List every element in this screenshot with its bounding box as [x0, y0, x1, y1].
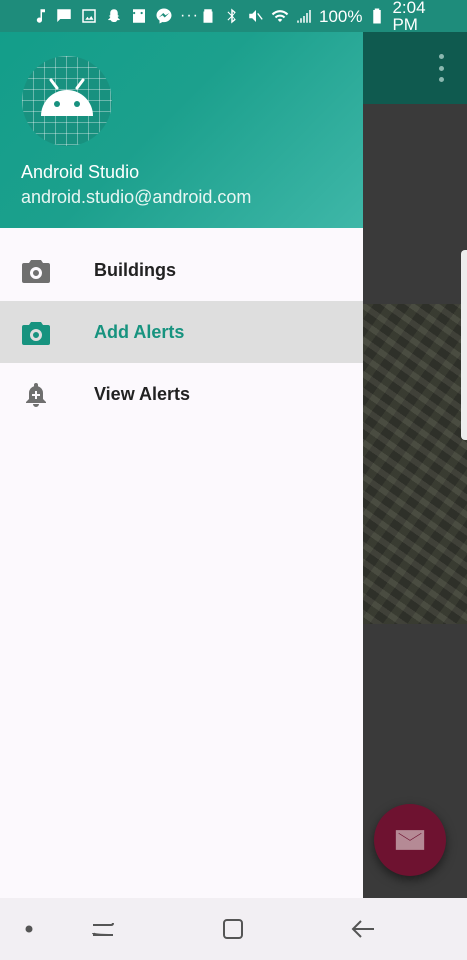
- drawer-item-label: Buildings: [94, 259, 176, 280]
- camera-icon: [22, 258, 50, 284]
- music-note-icon: [30, 7, 48, 25]
- compose-mail-button[interactable]: [374, 804, 446, 876]
- camera-icon: [22, 320, 50, 346]
- account-email: android.studio@android.com: [21, 187, 252, 207]
- battery-icon: [368, 7, 386, 25]
- bluetooth-icon: [223, 7, 241, 25]
- signal-icon: [295, 7, 313, 25]
- drawer-item-label: Add Alerts: [94, 321, 185, 342]
- wifi-icon: [271, 7, 289, 25]
- avatar[interactable]: [22, 56, 112, 146]
- mail-icon: [395, 830, 425, 850]
- drawer-item-add-alerts[interactable]: Add Alerts: [0, 301, 363, 363]
- alarm-icon: [199, 7, 217, 25]
- battery-percent: 100%: [318, 6, 363, 26]
- account-name: Android Studio: [21, 162, 140, 182]
- android-robot-icon: [41, 78, 93, 116]
- inbox-icon: [130, 7, 148, 25]
- home-icon[interactable]: [218, 915, 248, 943]
- system-navigation-bar: [0, 898, 467, 960]
- drawer-item-label: View Alerts: [94, 383, 191, 404]
- clock: 2:04 PM: [392, 0, 426, 34]
- recents-icon[interactable]: [88, 915, 118, 943]
- status-bar: ··· 100% 2:04 PM: [0, 0, 467, 33]
- edge-panel-handle[interactable]: [461, 250, 467, 440]
- add-alert-icon: [22, 382, 50, 408]
- more-dots-icon: ···: [180, 7, 199, 24]
- message-icon: [55, 7, 73, 25]
- drawer-item-buildings[interactable]: Buildings: [0, 239, 363, 301]
- drawer-menu: Buildings Add Alerts View Alerts: [0, 239, 363, 425]
- drawer-header: Android Studio android.studio@android.co…: [0, 32, 363, 228]
- notification-icons: ···: [30, 7, 199, 25]
- system-icons: 100% 2:04 PM: [199, 0, 453, 33]
- drawer-item-view-alerts[interactable]: View Alerts: [0, 363, 363, 425]
- back-icon[interactable]: [348, 915, 378, 943]
- navigation-drawer: Android Studio android.studio@android.co…: [0, 32, 363, 898]
- messenger-icon: [155, 7, 173, 25]
- overflow-menu-icon[interactable]: [435, 54, 447, 82]
- snapchat-icon: [105, 7, 123, 25]
- mute-icon: [247, 7, 265, 25]
- dot-icon[interactable]: [22, 915, 36, 943]
- gallery-icon: [80, 7, 98, 25]
